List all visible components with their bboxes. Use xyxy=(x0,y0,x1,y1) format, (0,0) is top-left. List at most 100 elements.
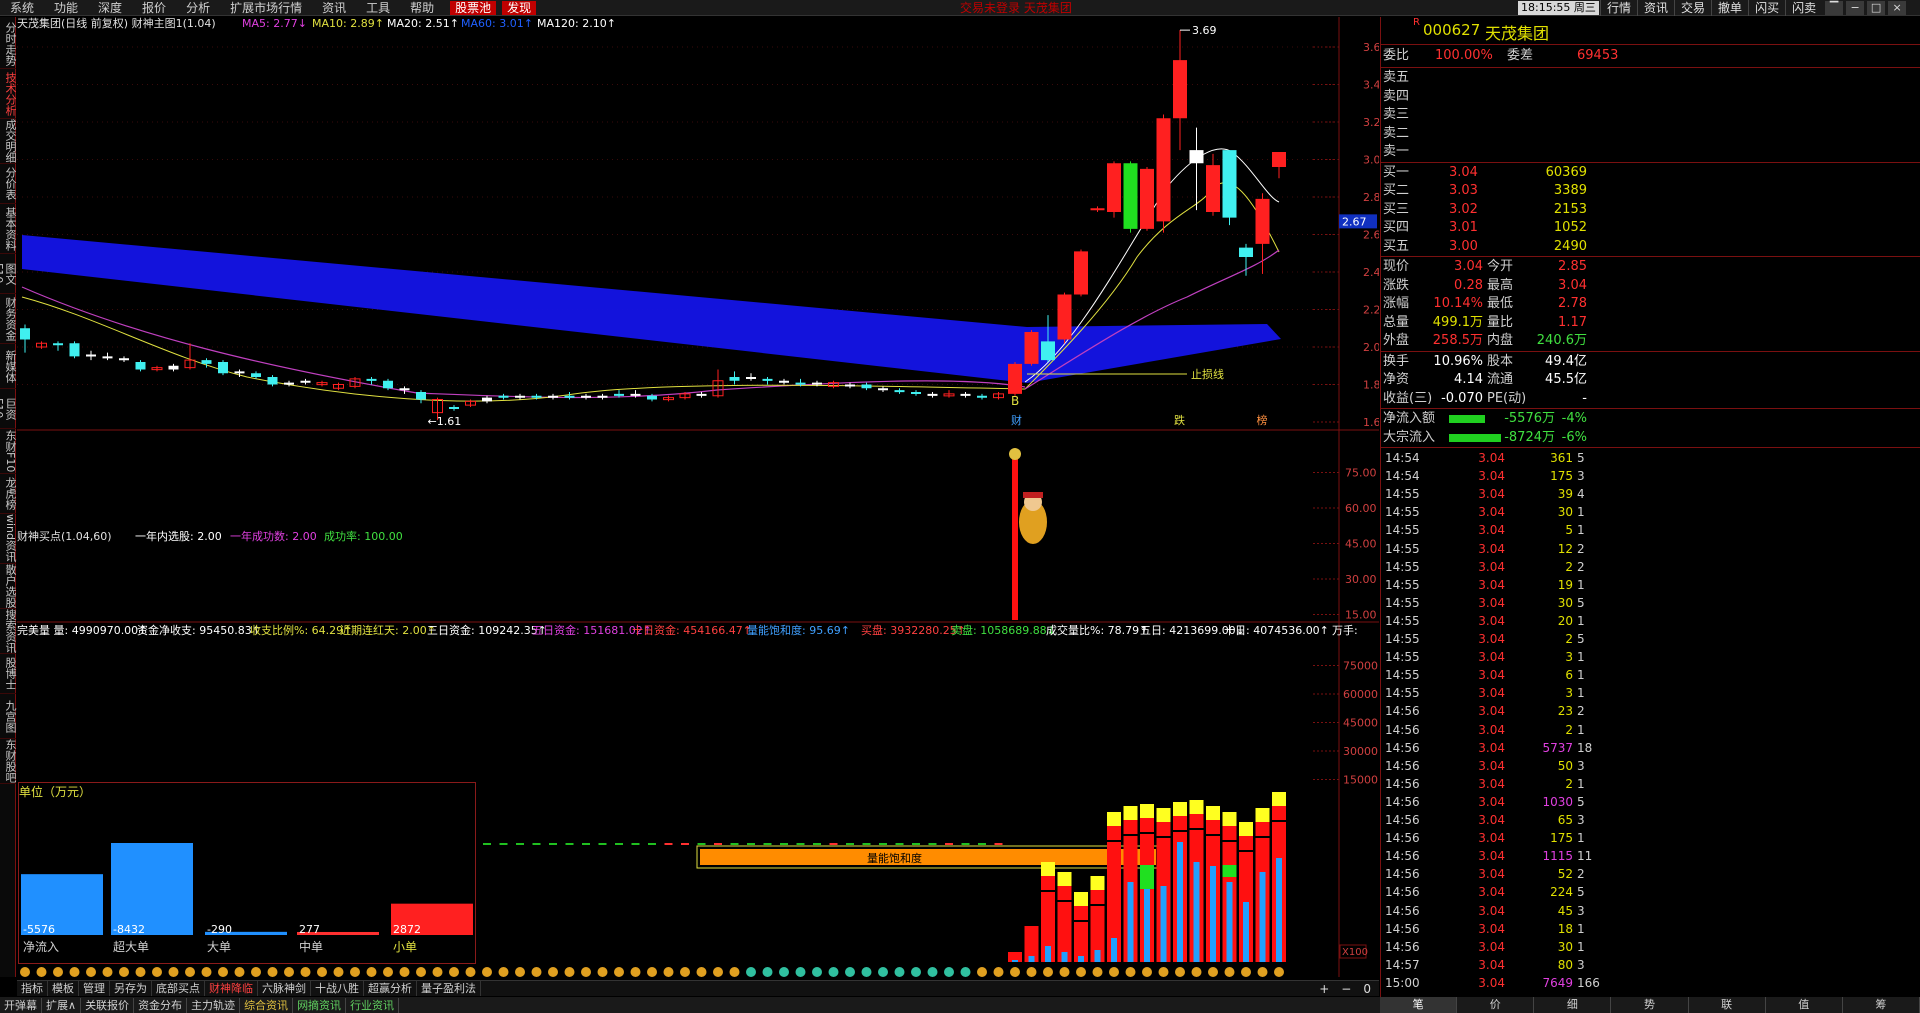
candle xyxy=(69,341,80,359)
menu-system[interactable]: 系统 xyxy=(0,0,44,16)
left-tab-14[interactable]: 股博士 xyxy=(0,654,17,694)
tick-time: 14:55 xyxy=(1385,595,1420,610)
menu-news[interactable]: 资讯 xyxy=(1637,0,1674,16)
indicator-tab-4[interactable]: 底部买点 xyxy=(152,981,205,996)
left-tab-4[interactable]: 基本资料 xyxy=(0,204,17,254)
tick-price: 3.04 xyxy=(1478,849,1505,864)
left-tab-11[interactable]: wind资讯 xyxy=(0,514,17,564)
quote-tab-1[interactable]: 价 xyxy=(1457,997,1535,1013)
price-tick-label: 3.00 xyxy=(1363,154,1379,167)
tick-price: 3.04 xyxy=(1478,595,1505,610)
sell-level-4[interactable]: 卖一 xyxy=(1383,143,1409,161)
zoom-button-0[interactable]: + xyxy=(1315,982,1333,996)
menu-extended-market[interactable]: 扩展市场行情 xyxy=(220,0,312,16)
signal-circle xyxy=(20,967,30,977)
volume-bar xyxy=(1255,808,1270,962)
buy-level-2[interactable]: 买三 xyxy=(1383,201,1409,219)
menu-function[interactable]: 功能 xyxy=(44,0,88,16)
stock-pool-button[interactable]: 股票池 xyxy=(450,0,497,15)
sell-level-0[interactable]: 卖五 xyxy=(1383,69,1409,87)
buy-level-3[interactable]: 买四 xyxy=(1383,219,1409,237)
left-tab-7[interactable]: 新媒体 xyxy=(0,344,17,389)
indicator-tab-5[interactable]: 财神降临 xyxy=(205,981,258,996)
left-tab-10[interactable]: 龙虎榜 xyxy=(0,474,17,514)
zoom-button-1[interactable]: − xyxy=(1337,982,1355,996)
stat2-label-b-0: 股本 xyxy=(1487,353,1514,369)
volume-bar xyxy=(1024,926,1039,962)
indicator-tab-2[interactable]: 管理 xyxy=(79,981,110,996)
discover-button[interactable]: 发现 xyxy=(502,0,537,15)
left-tab-16[interactable]: 东财股吧 xyxy=(0,739,17,784)
left-tab-1[interactable]: 技术分析 xyxy=(0,69,17,119)
zoom-button-2[interactable]: 0 xyxy=(1359,982,1375,996)
bottom-tab-5[interactable]: 综合资讯 xyxy=(240,997,294,1013)
left-tab-5[interactable]: 图文F10 xyxy=(0,254,17,294)
left-tab-13[interactable]: 搜索资讯 xyxy=(0,609,17,654)
menu-analysis[interactable]: 分析 xyxy=(176,0,220,16)
quote-tab-5[interactable]: 值 xyxy=(1766,997,1843,1013)
menu-quote[interactable]: 报价 xyxy=(132,0,176,16)
tick-price: 3.04 xyxy=(1478,613,1505,628)
menu-cancel-order[interactable]: 撤单 xyxy=(1711,0,1748,16)
menu-market[interactable]: 行情 xyxy=(1600,0,1637,16)
signal-circle xyxy=(135,967,146,977)
quote-tab-2[interactable]: 细 xyxy=(1534,997,1612,1013)
indicator-tab-1[interactable]: 模板 xyxy=(48,981,79,996)
signal-circle xyxy=(696,967,707,977)
menu-flash-sell[interactable]: 闪卖 xyxy=(1785,0,1822,16)
menu-trade[interactable]: 交易 xyxy=(1674,0,1711,16)
window-close-button[interactable]: × xyxy=(1888,1,1907,15)
left-tab-12[interactable]: 散户选股 xyxy=(0,564,17,609)
indicator-tab-9[interactable]: 量子盈利法 xyxy=(417,981,481,996)
left-tab-6[interactable]: 财务资金 xyxy=(0,294,17,344)
left-tab-9[interactable]: 东财F10 xyxy=(0,429,17,474)
sell-level-2[interactable]: 卖三 xyxy=(1383,106,1409,124)
left-tab-15[interactable]: 九宫图 xyxy=(0,694,17,739)
sell-level-3[interactable]: 卖二 xyxy=(1383,125,1409,143)
indicator-tab-7[interactable]: 十战八胜 xyxy=(311,981,364,996)
menu-tools[interactable]: 工具 xyxy=(356,0,400,16)
indicator-tab-0[interactable]: 指标 xyxy=(17,981,48,996)
window-minimize-button[interactable]: − xyxy=(1846,1,1865,15)
quote-tab-4[interactable]: 联 xyxy=(1689,997,1766,1013)
menu-depth[interactable]: 深度 xyxy=(88,0,132,16)
buy-level-4[interactable]: 买五 xyxy=(1383,238,1409,256)
price-tick-label: 2.00 xyxy=(1363,341,1379,354)
tick-time: 14:56 xyxy=(1385,776,1420,791)
window-maximize-button[interactable]: □ xyxy=(1867,1,1886,15)
menu-info[interactable]: 资讯 xyxy=(312,0,356,16)
bottom-tab-7[interactable]: 行业资讯 xyxy=(346,997,400,1013)
indicator-tab-6[interactable]: 六脉神剑 xyxy=(258,981,311,996)
bottom-tab-2[interactable]: 关联报价 xyxy=(81,997,135,1013)
quote-tab-3[interactable]: 势 xyxy=(1611,997,1689,1013)
bottom-tab-1[interactable]: 扩展∧ xyxy=(42,997,82,1013)
indicator-tab-3[interactable]: 另存为 xyxy=(110,981,152,996)
bottom-tab-3[interactable]: 资金分布 xyxy=(134,997,188,1013)
left-tab-3[interactable]: 分价表 xyxy=(0,164,17,204)
sub2-indicator-9: 卖盘: 1058689.88↓ xyxy=(951,624,1056,637)
stock-name[interactable]: 天茂集团 xyxy=(1485,20,1549,44)
bottom-tab-4[interactable]: 主力轨迹 xyxy=(187,997,241,1013)
tick-row: 14:55 3.04 19 1 xyxy=(1385,577,1585,592)
bottom-tab-6[interactable]: 网摘资讯 xyxy=(293,997,347,1013)
signal-circle xyxy=(1175,967,1185,977)
buy-level-1[interactable]: 买二 xyxy=(1383,182,1409,200)
buy-level-0[interactable]: 买一 xyxy=(1383,164,1409,182)
quote-tab-6[interactable]: 筹 xyxy=(1843,997,1920,1013)
bottom-tab-0[interactable]: 开弹幕 xyxy=(0,997,42,1013)
left-tab-0[interactable]: 分时走势 xyxy=(0,19,17,69)
left-tab-8[interactable]: 巨资F10 xyxy=(0,389,17,429)
left-tab-2[interactable]: 成交明细 xyxy=(0,119,17,164)
quote-tab-0[interactable]: 笔 xyxy=(1380,997,1458,1013)
tick-price: 3.04 xyxy=(1478,704,1505,719)
window-restore-button[interactable]: ▔ xyxy=(1825,1,1844,15)
tick-time: 14:55 xyxy=(1385,650,1420,665)
signal-circle xyxy=(663,967,674,977)
menu-help[interactable]: 帮助 xyxy=(400,0,444,16)
stock-code[interactable]: 000627 xyxy=(1423,21,1480,39)
sell-level-1[interactable]: 卖四 xyxy=(1383,88,1409,106)
candle xyxy=(993,392,1004,400)
buy-price-0: 3.04 xyxy=(1449,164,1478,180)
indicator-tab-8[interactable]: 超赢分析 xyxy=(364,981,417,996)
menu-flash-buy[interactable]: 闪买 xyxy=(1748,0,1785,16)
